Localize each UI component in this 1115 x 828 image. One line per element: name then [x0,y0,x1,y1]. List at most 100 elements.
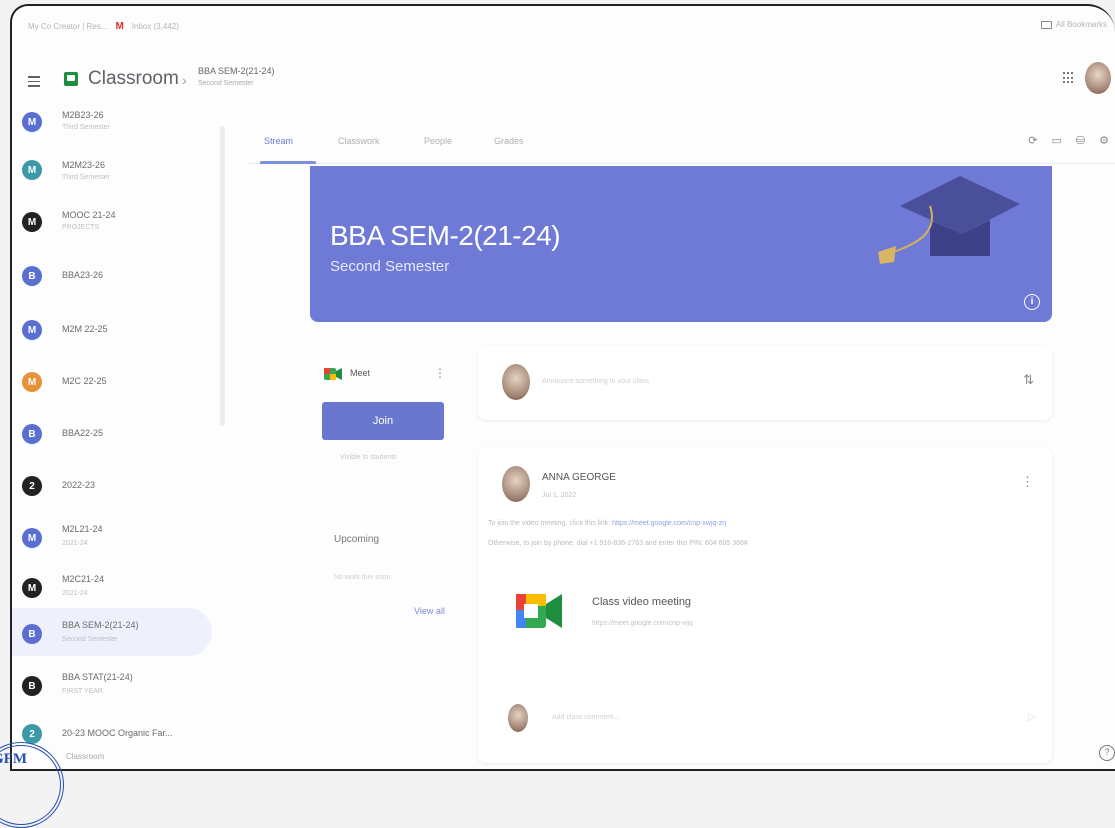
tab-people[interactable]: People [424,136,452,146]
attachment-url: https://meet.google.com/cnp-wjq [592,620,693,627]
bookmark-item[interactable]: My Co Creator | Res... [28,22,107,31]
class-avatar: M [22,160,42,180]
footer-text: Classroom [66,752,105,761]
menu-icon[interactable] [28,76,40,90]
class-name: BBA23-26 [62,270,104,280]
class-subtitle: 2021-24 [62,590,88,597]
comment-avatar [508,704,528,732]
class-tabs: Stream Classwork People Grades ⟳ ▭ ⛁ ⚙ [248,128,1115,164]
class-subtitle: Second Semester [62,636,118,643]
class-avatar: M [22,212,42,232]
meet-link[interactable]: https://meet.google.com/cnp-xwjq-zrj [612,520,726,527]
post-text-prefix: To join the video meeting, click this li… [488,520,611,527]
account-avatar[interactable] [1085,62,1111,94]
class-name: M2M23-26 [62,160,106,170]
send-icon[interactable]: ▷ [1028,712,1036,723]
tab-stream[interactable]: Stream [264,136,293,146]
class-name: 2022-23 [62,480,96,490]
sidebar-scrollbar[interactable] [220,126,225,426]
info-icon[interactable]: i [1024,294,1040,310]
settings-icon[interactable]: ⚙ [1099,134,1109,147]
attachment-title[interactable]: Class video meeting [592,596,691,608]
post-text-phone: Otherwise, to join by phone, dial +1 916… [488,540,748,547]
class-name: M2B23-26 [62,110,104,120]
help-icon[interactable]: ? [1099,745,1115,761]
apps-grid-icon[interactable] [1063,72,1075,84]
class-avatar: B [22,266,42,286]
stamp-text: GFM [0,751,27,767]
class-subtitle: Third Semester [62,174,110,181]
upcoming-title: Upcoming [334,534,380,545]
post-text: To join the video meeting, click this li… [488,520,726,527]
sidebar-class-item[interactable]: M MOOC 21-24 PROJECTS [12,198,212,246]
calendar-icon[interactable]: ▭ [1052,134,1062,147]
sidebar-class-item[interactable]: B BBA STAT(21-24) FIRST YEAR [12,660,212,708]
sidebar-class-item[interactable]: B BBA23-26 [12,252,212,300]
class-sidebar: M M2B23-26 Third Semester M M2M23-26 Thi… [12,106,222,769]
browser-window: My Co Creator | Res... M Inbox (3,442) A… [10,4,1115,771]
tab-toolbar: ⟳ ▭ ⛁ ⚙ [1028,134,1109,147]
class-name: M2L21-24 [62,524,103,534]
meet-card: Meet ⋮ Join Visible to students [322,358,456,478]
class-subtitle: Third Semester [62,124,110,131]
class-avatar: M [22,578,42,598]
sidebar-class-item[interactable]: M M2C 22-25 [12,358,212,406]
class-name: M2M 22-25 [62,324,108,334]
post-author: ANNA GEORGE [542,472,616,483]
post-date: Jul 1, 2022 [542,492,577,499]
author-avatar [502,466,530,502]
join-meet-button[interactable]: Join [322,402,444,440]
upcoming-card: Upcoming No work due soon View all [334,534,464,634]
breadcrumb-title[interactable]: BBA SEM-2(21-24) [198,66,275,76]
class-name: M2C 22-25 [62,376,107,386]
class-name: BBA STAT(21-24) [62,672,133,682]
sidebar-class-item[interactable]: M M2M 22-25 [12,306,212,354]
graduation-cap-icon [878,176,1020,264]
class-subtitle: FIRST YEAR [62,688,103,695]
sidebar-class-item[interactable]: M M2L21-24 2021-24 [12,512,212,560]
class-avatar: M [22,528,42,548]
class-name: BBA22-25 [62,428,104,438]
sidebar-class-item[interactable]: 2 2022-23 [12,462,212,510]
more-vert-icon[interactable]: ⋮ [434,366,446,380]
class-avatar: B [22,676,42,696]
chevron-right-icon: › [182,72,187,88]
breadcrumb-subtitle: Second Semester [198,80,254,87]
tab-classwork[interactable]: Classwork [338,136,380,146]
bookmark-item[interactable]: Inbox (3,442) [132,22,179,31]
repost-icon[interactable]: ⇅ [1023,372,1034,388]
gmail-icon: M [115,20,124,32]
class-name: MOOC 21-24 [62,210,116,220]
announce-placeholder[interactable]: Announce something to your class [542,378,649,385]
class-section: Second Semester [330,258,450,275]
avatar [502,364,530,400]
comment-input[interactable]: Add class comment... [552,714,619,721]
refresh-icon[interactable]: ⟳ [1028,134,1037,147]
sidebar-class-item[interactable]: B BBA22-25 [12,410,212,458]
bookmarks-bar: My Co Creator | Res... M Inbox (3,442) A… [12,6,1115,46]
all-bookmarks[interactable]: All Bookmarks [1040,20,1107,29]
announce-box[interactable]: Announce something to your class ⇅ [478,346,1052,420]
sidebar-class-item[interactable]: M M2C21-24 2021-24 [12,562,212,610]
all-bookmarks-label: All Bookmarks [1055,20,1107,29]
app-name[interactable]: Classroom [88,68,179,90]
stream-post: ANNA GEORGE Jul 1, 2022 ⋮ To join the vi… [478,448,1052,763]
more-vert-icon[interactable]: ⋮ [1021,474,1034,490]
tab-grades[interactable]: Grades [494,136,524,146]
class-avatar: 2 [22,476,42,496]
drive-folder-icon[interactable]: ⛁ [1076,134,1085,147]
folder-icon [1040,20,1052,29]
sidebar-class-item-selected[interactable]: B BBA SEM-2(21-24) Second Semester [12,608,212,656]
classroom-logo-icon[interactable] [64,72,78,86]
class-avatar: M [22,112,42,132]
class-name: M2C21-24 [62,574,105,584]
class-subtitle: 2021-24 [62,540,88,547]
view-all-link[interactable]: View all [414,606,445,616]
upcoming-body: No work due soon [334,574,391,581]
meet-icon [324,368,342,380]
meet-attachment-icon[interactable] [516,586,562,636]
sidebar-class-item[interactable]: M M2M23-26 Third Semester [12,146,212,194]
class-name: BBA SEM-2(21-24) [62,620,139,630]
class-subtitle: PROJECTS [62,224,100,231]
sidebar-class-item[interactable]: M M2B23-26 Third Semester [12,100,212,148]
